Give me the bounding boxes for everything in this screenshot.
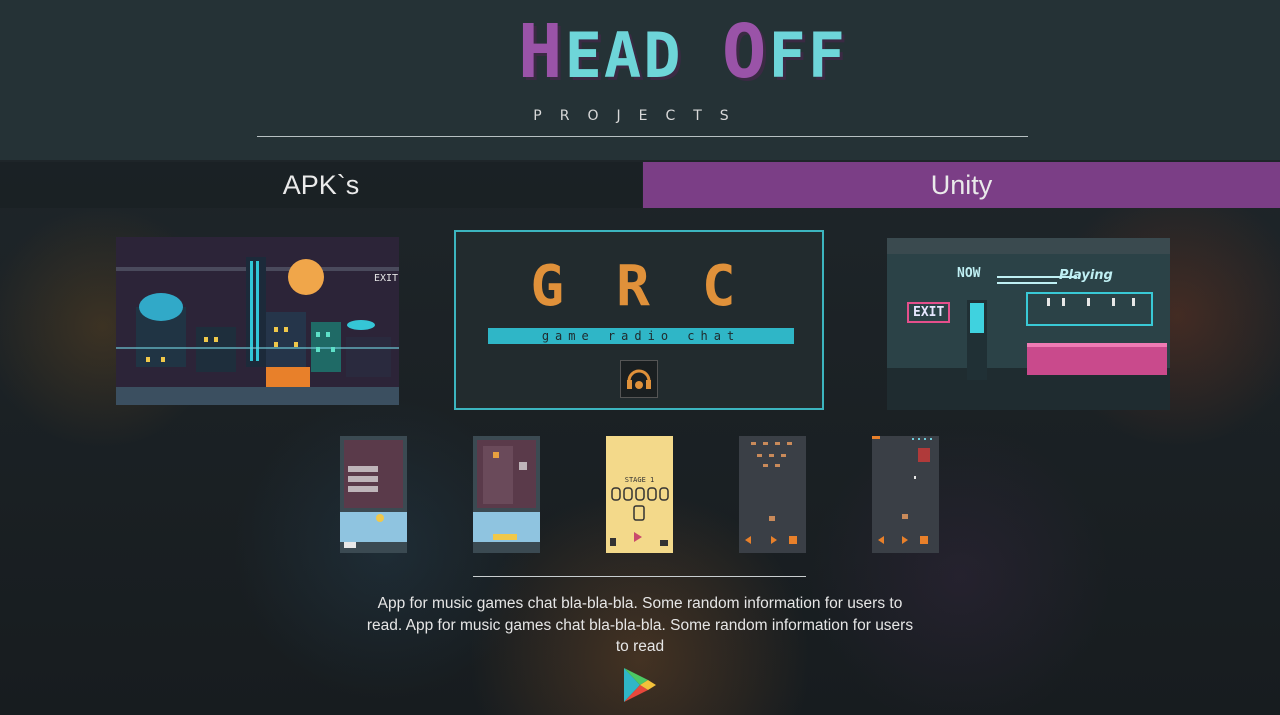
header-divider	[257, 136, 1028, 137]
project-card-retro-city[interactable]: EXIT	[116, 237, 399, 405]
game-thumbnail-shooter-1[interactable]	[739, 436, 806, 553]
description-divider	[473, 576, 806, 577]
city-exit-sign: EXIT	[374, 273, 398, 284]
tab-unity[interactable]: Unity	[643, 162, 1280, 208]
bar-playing-sign: Playing	[1059, 268, 1113, 283]
category-tabs: APK`s Unity	[0, 162, 1280, 208]
game-thumbnail-stage[interactable]: STAGE 1	[606, 436, 673, 553]
logo-text-ff: FF	[768, 19, 848, 92]
grc-logo: GRC	[530, 254, 788, 319]
game-thumbnail-menu[interactable]	[340, 436, 407, 553]
google-play-icon[interactable]	[622, 666, 658, 704]
retro-bar-illustration	[887, 238, 1170, 410]
headphones-icon	[620, 360, 658, 398]
header: HEAD OFF PROJECTS	[0, 0, 1280, 160]
bar-exit-sign: EXIT	[907, 302, 951, 323]
project-card-retro-bar[interactable]: NOW Playing EXIT	[887, 238, 1170, 410]
game-thumbnail-tetris[interactable]	[473, 436, 540, 553]
logo-letter-o: O	[721, 9, 769, 95]
logo-text-ead: EAD	[564, 19, 722, 92]
bar-now-sign: NOW	[957, 266, 981, 281]
tab-apks[interactable]: APK`s	[0, 162, 642, 208]
head-off-logo[interactable]: HEAD OFF	[518, 14, 845, 92]
grc-tagline: game radio chat	[488, 328, 794, 344]
project-description: App for music games chat bla-bla-bla. So…	[366, 595, 914, 655]
project-card-grc[interactable]: GRC game radio chat	[454, 230, 824, 410]
page: HEAD OFF PROJECTS APK`s Unity EXIT GRC g…	[0, 0, 1280, 715]
page-subtitle: PROJECTS	[533, 108, 747, 124]
retro-city-illustration: EXIT	[116, 237, 399, 405]
logo-letter-h: H	[518, 9, 565, 95]
game-thumbnail-shooter-2[interactable]	[872, 436, 939, 553]
